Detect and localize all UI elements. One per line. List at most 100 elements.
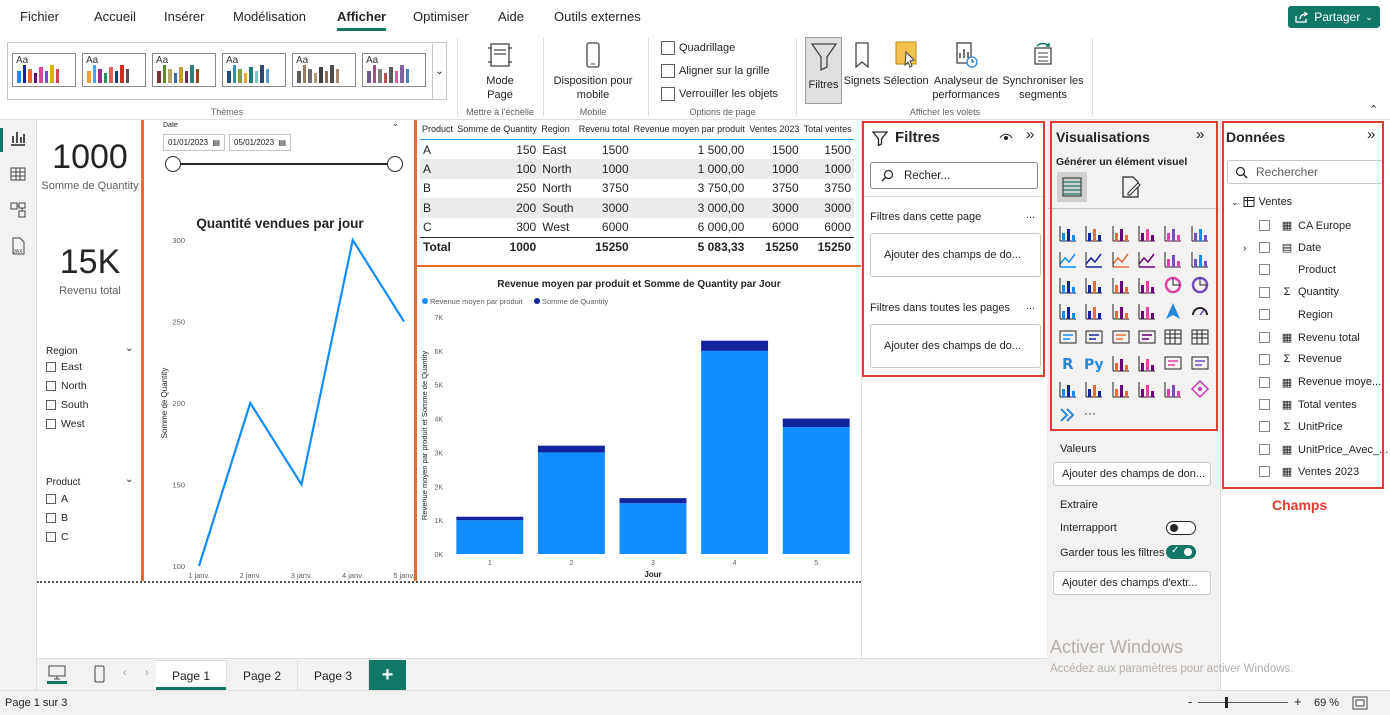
slicer-item-label: A: [61, 493, 69, 505]
slicer-item-b[interactable]: B: [46, 512, 68, 524]
ribbon: Aa Aa Aa Aa Aa Aa ⌄ Thèmes Mode Page Met…: [0, 34, 1390, 120]
sync-slicers-button[interactable]: Synchroniser les segments: [1002, 40, 1084, 102]
legend-label: Revenue moyen par produit: [430, 297, 523, 306]
divider: [1092, 38, 1093, 116]
model-view-icon[interactable]: [8, 200, 28, 220]
page-tab-1[interactable]: Page 1: [156, 660, 227, 691]
table-cell: West: [542, 220, 570, 234]
interrapport-label: Interrapport: [1060, 522, 1117, 534]
date-range-end-handle[interactable]: [387, 156, 403, 172]
slicer-item-north[interactable]: North: [46, 380, 87, 392]
lock-objects-checkbox[interactable]: Verrouiller les objets: [661, 87, 778, 101]
desktop-layout-button[interactable]: [47, 664, 67, 684]
dax-query-view-icon[interactable]: DAX: [8, 236, 28, 256]
table-header-cell[interactable]: Region: [539, 121, 577, 140]
slicer-item-a[interactable]: A: [46, 493, 68, 505]
x-tick-label: 4: [733, 560, 737, 567]
filters-pane-button[interactable]: Filtres: [805, 37, 842, 104]
values-drop-zone[interactable]: Ajouter des champs de don...: [1053, 462, 1211, 486]
visual-border: [417, 265, 861, 267]
themes-expand-button[interactable]: ⌄: [432, 44, 446, 99]
table-row[interactable]: A 150 East 1500 1 500,00 1500 1500: [420, 140, 854, 160]
chevron-down-icon[interactable]: ⌄: [125, 474, 133, 485]
table-cell: 3 000,00: [631, 198, 748, 218]
collapse-ribbon-icon[interactable]: ⌃: [1369, 103, 1378, 116]
theme-tile[interactable]: Aa: [292, 53, 356, 87]
chevron-down-icon[interactable]: ⌄: [125, 343, 133, 354]
menu-outils-externes[interactable]: Outils externes: [554, 9, 641, 24]
keep-filters-toggle[interactable]: ✓: [1166, 545, 1196, 559]
menu-fichier[interactable]: Fichier: [20, 9, 59, 24]
slicer-item-east[interactable]: East: [46, 361, 82, 373]
theme-tile[interactable]: Aa: [12, 53, 76, 87]
menu-optimiser[interactable]: Optimiser: [413, 9, 469, 24]
table-header-cell[interactable]: Somme de Quantity: [455, 121, 539, 140]
zoom-slider-thumb[interactable]: [1225, 697, 1228, 708]
interrapport-toggle[interactable]: [1166, 521, 1196, 535]
table-header-cell[interactable]: Revenue moyen par produit: [632, 121, 748, 140]
date-end-value: 05/01/2023: [234, 138, 275, 147]
y-tick-label: 7K: [434, 315, 443, 322]
table-row[interactable]: C 300 West 6000 6 000,00 6000 6000: [420, 218, 854, 238]
share-button[interactable]: Partager ⌄: [1288, 6, 1380, 28]
snap-to-grid-checkbox[interactable]: Aligner sur la grille: [661, 64, 769, 78]
selection-icon: [895, 41, 917, 68]
chevron-left-icon[interactable]: ‹: [123, 667, 127, 679]
date-range-start-handle[interactable]: [165, 156, 181, 172]
gridlines-checkbox[interactable]: Quadrillage: [661, 41, 735, 55]
table-header-cell[interactable]: Ventes 2023: [747, 121, 801, 140]
zoom-in-button[interactable]: +: [1294, 694, 1302, 709]
add-page-button[interactable]: +: [369, 660, 406, 691]
table-cell: B: [423, 181, 432, 196]
menu-modelisation[interactable]: Modélisation: [233, 9, 306, 24]
extract-drop-zone[interactable]: Ajouter des champs d'extr...: [1053, 571, 1211, 595]
menu-accueil[interactable]: Accueil: [94, 9, 136, 24]
x-tick-label: 2: [569, 560, 573, 567]
chevron-right-icon[interactable]: ›: [145, 667, 149, 679]
chevron-down-icon: ⌄: [1365, 11, 1373, 22]
menu-afficher[interactable]: Afficher: [337, 9, 387, 31]
bar-segment: [782, 418, 850, 428]
mobile-layout-button[interactable]: Disposition pour mobile: [548, 40, 638, 102]
mobile-layout-tab-button[interactable]: [89, 664, 109, 684]
performance-analyzer-button[interactable]: Analyseur de performances: [930, 40, 1002, 102]
fields-annotation-label: Champs: [1272, 497, 1328, 513]
date-end-input[interactable]: 05/01/2023 ▤: [229, 134, 291, 151]
bookmarks-pane-button[interactable]: Signets: [842, 40, 882, 88]
monitor-icon: [48, 665, 66, 680]
selection-pane-button[interactable]: Sélection: [882, 40, 930, 88]
zoom-out-button[interactable]: -: [1188, 694, 1192, 709]
report-view-icon[interactable]: [8, 128, 28, 148]
table-cell: 6000: [601, 220, 629, 234]
theme-tile[interactable]: Aa: [222, 53, 286, 87]
slicer-item-c[interactable]: C: [46, 531, 69, 543]
table-cell: 1500: [771, 142, 799, 157]
page-tab-3[interactable]: Page 3: [298, 660, 369, 691]
page-info: Page 1 sur 3: [5, 697, 68, 709]
date-start-input[interactable]: 01/01/2023 ▤: [163, 134, 225, 151]
menu-aide[interactable]: Aide: [498, 9, 524, 24]
theme-tile[interactable]: Aa: [152, 53, 216, 87]
mode-page-button[interactable]: Mode Page: [470, 40, 530, 102]
fit-to-page-icon[interactable]: [1352, 696, 1368, 710]
table-row[interactable]: B 200 South 3000 3 000,00 3000 3000: [420, 198, 854, 218]
theme-tile[interactable]: Aa: [82, 53, 146, 87]
chevron-down-icon[interactable]: ⌄: [392, 119, 399, 128]
theme-tile[interactable]: Aa: [362, 53, 426, 87]
table-header-cell[interactable]: Total ventes: [802, 121, 854, 140]
slicer-item-south[interactable]: South: [46, 399, 88, 411]
table-view-icon[interactable]: [8, 164, 28, 184]
page-tab-2[interactable]: Page 2: [227, 660, 298, 691]
themes-gallery: Aa Aa Aa Aa Aa Aa: [7, 42, 447, 100]
table-row[interactable]: B 250 North 3750 3 750,00 3750 3750: [420, 179, 854, 199]
table-header-cell[interactable]: Revenu total: [577, 121, 632, 140]
kpi-card-quantity-label: Somme de Quantity: [41, 180, 139, 192]
x-tick-label: 3: [651, 560, 655, 567]
slicer-item-west[interactable]: West: [46, 418, 85, 430]
line-chart: Quantité vendues par jour Somme de Quanti…: [160, 216, 414, 580]
table-row[interactable]: A 100 North 1000 1 000,00 1000 1000: [420, 159, 854, 179]
table-header-cell[interactable]: Product: [420, 121, 455, 140]
x-tick-label: 5 janv.: [393, 571, 414, 580]
table-cell: 250: [516, 181, 537, 196]
menu-inserer[interactable]: Insérer: [164, 9, 204, 24]
